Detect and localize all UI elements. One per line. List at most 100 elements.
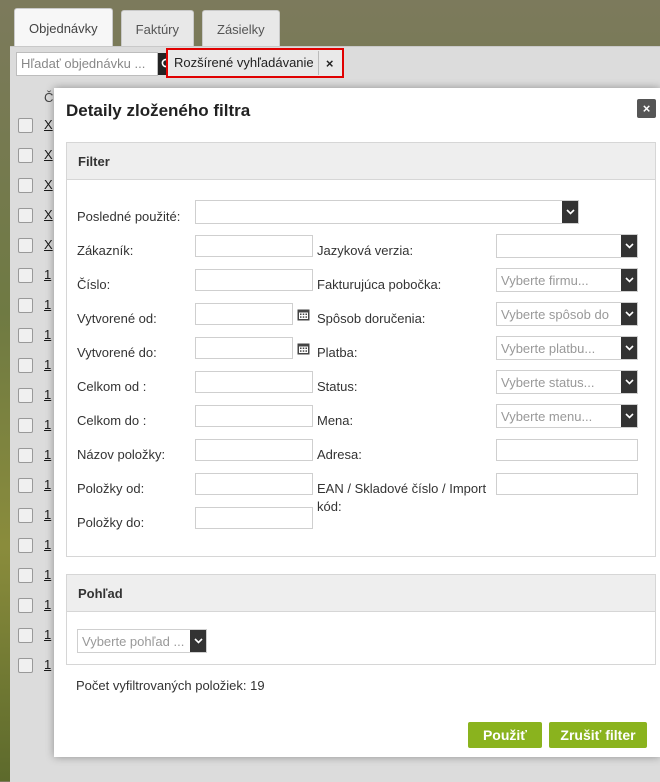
- currency-select[interactable]: Vyberte menu...: [496, 404, 638, 428]
- order-link[interactable]: 1: [44, 447, 51, 462]
- advanced-search-close-icon[interactable]: ×: [319, 56, 341, 71]
- table-header: Č: [14, 84, 54, 112]
- items-from-input[interactable]: [195, 473, 313, 495]
- payment-select[interactable]: Vyberte platbu...: [496, 336, 638, 360]
- address-input[interactable]: [496, 439, 638, 461]
- payment-label: Platba:: [317, 345, 358, 360]
- advanced-search-label: Rozšírené vyhľadávanie: [168, 51, 319, 75]
- row-checkbox[interactable]: [18, 358, 33, 373]
- row-checkbox[interactable]: [18, 628, 33, 643]
- chevron-down-icon: [621, 303, 637, 325]
- row-checkbox[interactable]: [18, 328, 33, 343]
- status-select[interactable]: Vyberte status...: [496, 370, 638, 394]
- order-link[interactable]: 1: [44, 597, 51, 612]
- created-to-input[interactable]: [195, 337, 293, 359]
- billing-branch-select[interactable]: Vyberte firmu...: [496, 268, 638, 292]
- order-link[interactable]: 1: [44, 537, 51, 552]
- close-icon[interactable]: ×: [637, 99, 656, 118]
- item-name-input[interactable]: [195, 439, 313, 461]
- last-used-select[interactable]: [195, 200, 579, 224]
- number-input[interactable]: [195, 269, 313, 291]
- order-link[interactable]: X: [44, 117, 53, 132]
- order-link[interactable]: 1: [44, 387, 51, 402]
- view-section-header: Pohľad: [67, 575, 655, 612]
- order-link[interactable]: X: [44, 207, 53, 222]
- row-checkbox[interactable]: [18, 268, 33, 283]
- row-checkbox[interactable]: [18, 148, 33, 163]
- customer-label: Zákazník:: [77, 243, 134, 258]
- order-link[interactable]: 1: [44, 327, 51, 342]
- dialog-title: Detaily zloženého filtra: [66, 101, 251, 120]
- row-checkbox[interactable]: [18, 208, 33, 223]
- row-checkbox[interactable]: [18, 538, 33, 553]
- advanced-search-chip[interactable]: Rozšírené vyhľadávanie ×: [166, 48, 344, 78]
- calendar-icon[interactable]: [295, 303, 311, 325]
- order-link[interactable]: 1: [44, 417, 51, 432]
- row-checkbox[interactable]: [18, 418, 33, 433]
- tab-invoices[interactable]: Faktúry: [120, 10, 194, 47]
- ean-label: EAN / Skladové číslo / Import: [317, 481, 487, 496]
- row-checkbox[interactable]: [18, 568, 33, 583]
- language-label: Jazyková verzia:: [317, 243, 414, 258]
- total-from-input[interactable]: [195, 371, 313, 393]
- row-checkbox[interactable]: [18, 598, 33, 613]
- row-checkbox[interactable]: [18, 178, 33, 193]
- order-search: Hľadať objednávku ...: [16, 52, 176, 76]
- table-row: 1: [14, 620, 54, 650]
- order-link[interactable]: 1: [44, 567, 51, 582]
- table-row: 1: [14, 590, 54, 620]
- total-to-input[interactable]: [195, 405, 313, 427]
- view-section: Pohľad Vyberte pohľad ...: [66, 574, 656, 665]
- calendar-icon[interactable]: [295, 337, 311, 359]
- order-link[interactable]: 1: [44, 267, 51, 282]
- customer-input[interactable]: [195, 235, 313, 257]
- delivery-method-select[interactable]: Vyberte spôsob do: [496, 302, 638, 326]
- tab-shipments[interactable]: Zásielky: [202, 10, 280, 47]
- column-header: Č: [44, 90, 54, 105]
- filter-section: Filter Posledné použité: Zákazník: Číslo…: [66, 142, 656, 557]
- clear-filter-button[interactable]: Zrušiť filter: [549, 722, 647, 748]
- table-row: X: [14, 170, 54, 200]
- row-checkbox[interactable]: [18, 298, 33, 313]
- items-to-label: Položky do:: [77, 515, 145, 530]
- ean-input[interactable]: [496, 473, 638, 495]
- chevron-down-icon: [621, 235, 637, 257]
- row-checkbox[interactable]: [18, 658, 33, 673]
- order-link[interactable]: X: [44, 147, 53, 162]
- table-row: X: [14, 140, 54, 170]
- search-input[interactable]: Hľadať objednávku ...: [16, 52, 158, 76]
- row-checkbox[interactable]: [18, 238, 33, 253]
- created-from-label: Vytvorené od:: [77, 311, 157, 326]
- apply-button[interactable]: Použiť: [468, 722, 542, 748]
- view-select[interactable]: Vyberte pohľad ...: [77, 629, 207, 653]
- order-link[interactable]: 1: [44, 507, 51, 522]
- table-row: 1: [14, 260, 54, 290]
- tab-orders[interactable]: Objednávky: [14, 8, 113, 47]
- order-link[interactable]: X: [44, 177, 53, 192]
- row-checkbox[interactable]: [18, 448, 33, 463]
- items-from-label: Položky od:: [77, 481, 145, 496]
- order-link[interactable]: 1: [44, 297, 51, 312]
- item-name-label: Názov položky:: [77, 447, 166, 462]
- table-row: 1: [14, 650, 54, 680]
- table-row: 1: [14, 440, 54, 470]
- items-to-input[interactable]: [195, 507, 313, 529]
- created-to-label: Vytvorené do:: [77, 345, 157, 360]
- order-link[interactable]: 1: [44, 477, 51, 492]
- table-row: 1: [14, 290, 54, 320]
- order-link[interactable]: 1: [44, 627, 51, 642]
- order-link[interactable]: X: [44, 237, 53, 252]
- row-checkbox[interactable]: [18, 118, 33, 133]
- row-checkbox[interactable]: [18, 388, 33, 403]
- table-row: 1: [14, 350, 54, 380]
- total-from-label: Celkom od :: [77, 379, 147, 394]
- row-checkbox[interactable]: [18, 508, 33, 523]
- language-select[interactable]: [496, 234, 638, 258]
- order-link[interactable]: 1: [44, 357, 51, 372]
- order-link[interactable]: 1: [44, 657, 51, 672]
- delivery-method-label: Spôsob doručenia:: [317, 311, 426, 326]
- created-from-input[interactable]: [195, 303, 293, 325]
- table-row: 1: [14, 530, 54, 560]
- row-checkbox[interactable]: [18, 478, 33, 493]
- table-row: 1: [14, 410, 54, 440]
